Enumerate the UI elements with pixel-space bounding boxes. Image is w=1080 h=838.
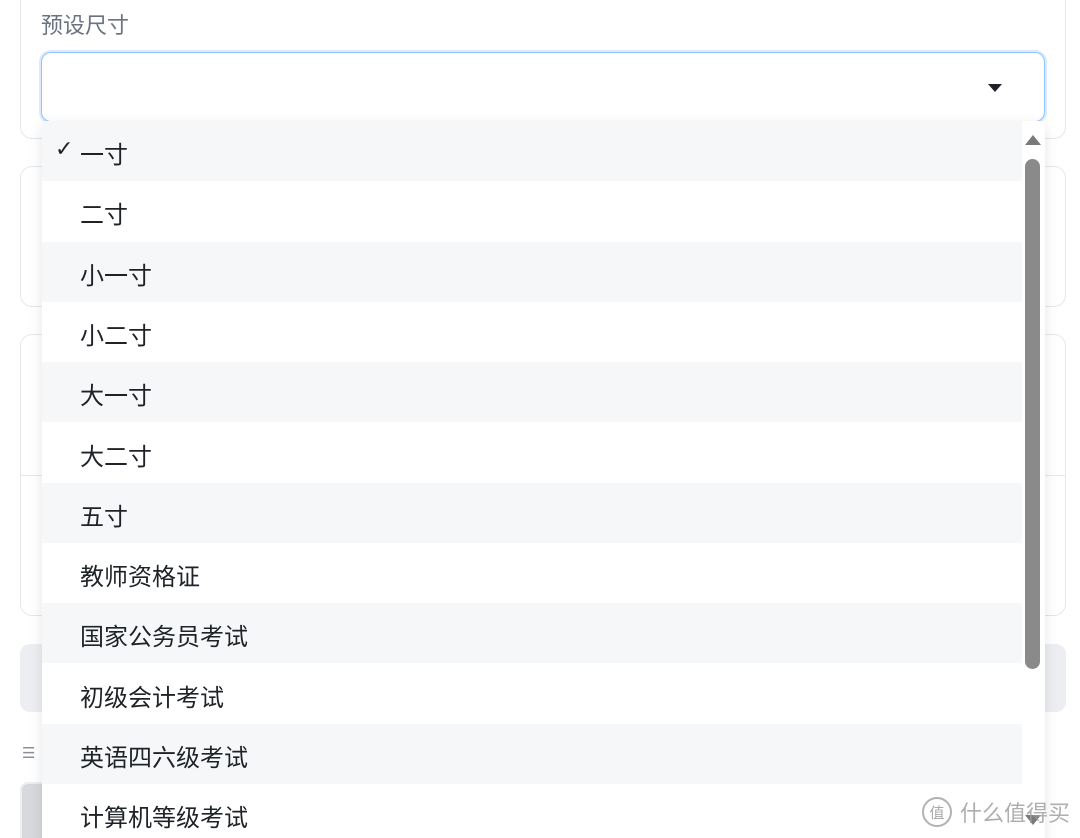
- dropdown-option-label: 大二寸: [80, 442, 152, 471]
- dropdown-option-label: 五寸: [80, 502, 128, 531]
- dropdown-option-label: 小二寸: [80, 321, 152, 350]
- preset-size-label: 预设尺寸: [41, 14, 130, 39]
- dropdown-option-label: 一寸: [80, 141, 128, 169]
- dropdown-option[interactable]: 二寸: [42, 181, 1022, 241]
- chevron-down-icon[interactable]: [988, 84, 1002, 92]
- page: ☰ 预设尺寸 ✓ 一寸二寸小一寸小二寸大一寸大二寸五寸教师资格证国家公务员考试 初级…: [0, 0, 1080, 838]
- dropdown-option[interactable]: 计算机等级考试: [42, 784, 1022, 838]
- dropdown-option[interactable]: 小二寸: [42, 302, 1022, 362]
- dropdown-option[interactable]: 国家公务员考试: [42, 603, 1022, 664]
- dropdown-option[interactable]: 小一寸: [42, 241, 1022, 302]
- scroll-up-arrow-icon[interactable]: [1025, 135, 1041, 145]
- check-icon: ✓: [55, 137, 74, 162]
- watermark-logo: 值: [921, 797, 952, 827]
- watermark: 值 什么值得买: [921, 796, 1070, 828]
- dropdown-option[interactable]: 五寸: [42, 482, 1022, 543]
- dropdown-option-label: 初级会计考试: [80, 683, 224, 712]
- dropdown-option-label: 国家公务员考试: [80, 623, 248, 652]
- dropdown-option[interactable]: 大一寸: [42, 362, 1022, 423]
- preset-size-dropdown[interactable]: ✓ 一寸二寸小一寸小二寸大一寸大二寸五寸教师资格证国家公务员考试 初级会计考试 英语四…: [42, 121, 1045, 838]
- dropdown-option-label: 大一寸: [80, 382, 152, 411]
- list-icon: ☰: [22, 744, 36, 762]
- dropdown-option[interactable]: ✓ 一寸: [42, 121, 1022, 181]
- dropdown-option[interactable]: 英语四六级考试: [42, 724, 1022, 784]
- preset-size-select[interactable]: [41, 52, 1045, 122]
- scrollbar-thumb[interactable]: [1025, 159, 1040, 669]
- dropdown-option[interactable]: 初级会计考试: [42, 664, 1022, 724]
- watermark-text: 什么值得买: [959, 802, 1070, 827]
- dropdown-option-label: 英语四六级考试: [80, 744, 248, 772]
- dropdown-option-label: 教师资格证: [80, 563, 200, 592]
- dropdown-option[interactable]: 大二寸: [42, 423, 1022, 483]
- dropdown-option[interactable]: 教师资格证: [42, 543, 1022, 603]
- dropdown-option-label: 二寸: [80, 201, 128, 230]
- dropdown-option-label: 小一寸: [80, 261, 152, 290]
- dropdown-option-label: 计算机等级考试: [80, 804, 248, 833]
